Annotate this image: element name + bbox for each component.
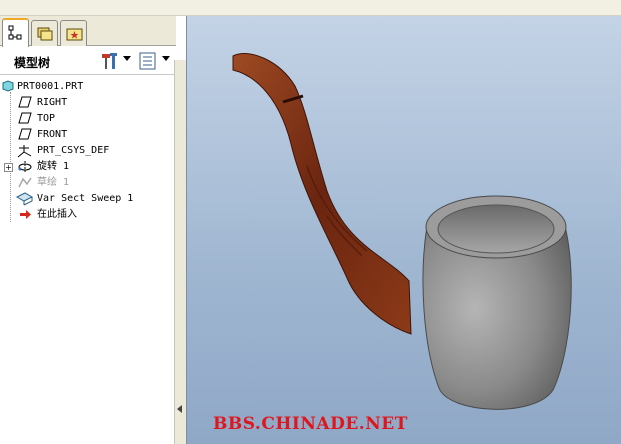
model-tree-icon [8,25,22,40]
folder-browser-icon [37,27,53,41]
show-dropdown-arrow[interactable] [162,56,170,61]
datum-plane-icon [18,112,32,124]
tree-item-label: Var Sect Sweep 1 [37,193,134,204]
tree-item-csys[interactable]: PRT_CSYS_DEF [0,143,170,159]
panel-sash[interactable] [174,60,186,444]
revolve-icon [18,161,32,173]
tree-item-label: RIGHT [37,97,68,108]
tree-item-label: 在此插入 [37,209,77,220]
tree-item-label: FRONT [37,129,68,140]
graphics-viewport[interactable]: BBS.CHINADE.NET [186,16,621,444]
navigator-tab-bar [0,16,176,47]
tree-root[interactable]: PRT0001.PRT [0,79,170,95]
tree-item-revolve[interactable]: + 旋转 1 [0,159,170,175]
datum-plane-icon [18,96,32,108]
tab-favorites[interactable] [60,20,87,46]
sketch-icon [18,177,32,188]
collapse-panel-arrow-icon[interactable] [177,405,182,413]
watermark-text: BBS.CHINADE.NET [213,414,408,434]
model-tree: PRT0001.PRT RIGHT TOP FRONT PRT_CSYS_DEF… [0,76,174,444]
settings-dropdown-arrow[interactable] [123,56,131,61]
expand-toggle[interactable]: + [4,163,13,172]
pipe-model [232,53,572,410]
settings-tools-icon[interactable] [100,51,120,71]
tree-item-label: PRT_CSYS_DEF [37,145,110,156]
tab-model-tree[interactable] [2,18,29,47]
tree-item-right[interactable]: RIGHT [0,95,170,111]
pipe-bowl-opening [437,204,555,254]
tree-item-label: 旋转 1 [37,161,70,172]
tree-item-sketch[interactable]: 草绘 1 [0,175,170,191]
tree-item-label: 草绘 1 [37,177,70,188]
tree-root-label: PRT0001.PRT [17,81,84,92]
sweep-icon [16,192,33,206]
pipe-stem [232,53,412,335]
tree-item-sweep[interactable]: Var Sect Sweep 1 [0,191,170,207]
csys-icon [17,145,32,158]
tree-item-front[interactable]: FRONT [0,127,170,143]
tree-item-top[interactable]: TOP [0,111,170,127]
model-tree-header: 模型树 [0,47,176,75]
tree-item-insert-here[interactable]: 在此插入 [0,207,170,223]
show-options-icon[interactable] [138,51,158,71]
part-icon [2,80,14,92]
datum-plane-icon [18,128,32,140]
page-title: 模型树 [14,56,51,70]
model-tree-panel: 模型树 PRT0001.PRT RIGHT TOP FRONT PRT_CSYS… [0,16,176,444]
insert-here-arrow-icon [20,210,31,219]
title-strip [0,0,621,16]
tab-folder-browser[interactable] [31,20,58,46]
tree-item-label: TOP [37,113,56,124]
favorites-icon [66,28,83,41]
